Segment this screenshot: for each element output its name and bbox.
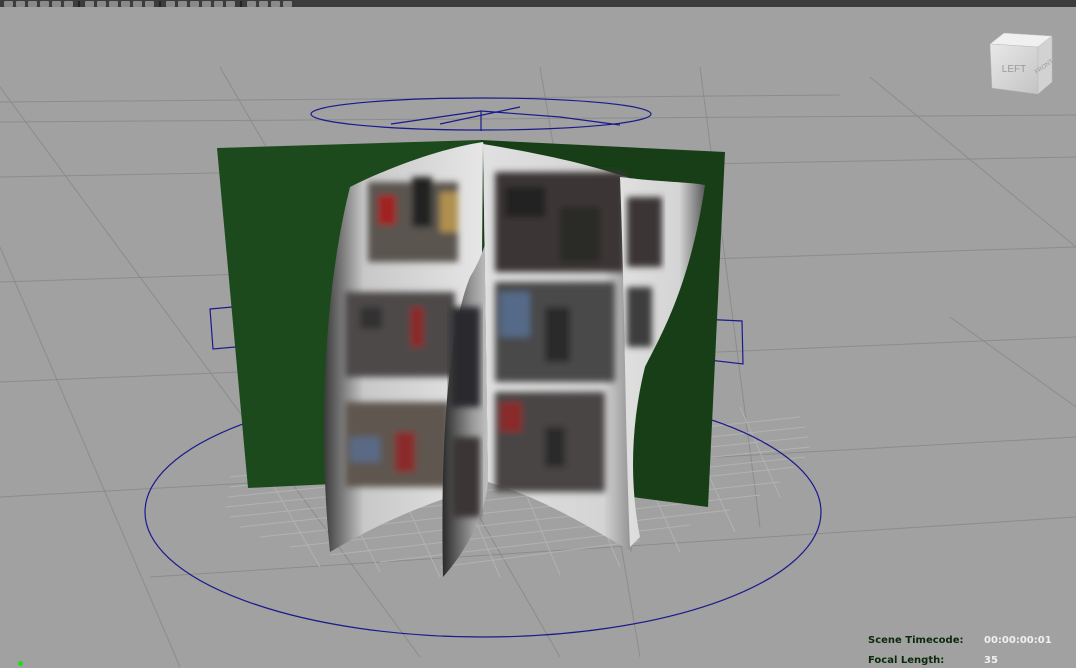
- hud-timecode-label: Scene Timecode:: [868, 634, 964, 646]
- toolbar-separator: [240, 0, 242, 7]
- isolate-icon[interactable]: [247, 0, 256, 7]
- viewport-3d[interactable]: LEFT FRONT Scene Timecode: 00:00:00:01 F…: [0, 0, 1076, 668]
- hud-timecode-row: Scene Timecode: 00:00:00:01: [868, 630, 1052, 650]
- heads-up-display: Scene Timecode: 00:00:00:01 Focal Length…: [868, 630, 1052, 668]
- hud-timecode-value: 00:00:00:01: [984, 634, 1052, 646]
- snap-grid-icon[interactable]: [85, 0, 94, 7]
- shaded-icon[interactable]: [190, 0, 199, 7]
- shadows-icon[interactable]: [226, 0, 235, 7]
- hud-focal-value: 35: [984, 654, 998, 666]
- scene-canvas[interactable]: [0, 7, 1076, 668]
- toolbar-separator: [159, 0, 161, 7]
- grid-toggle-icon[interactable]: [271, 0, 280, 7]
- snap-curve-icon[interactable]: [97, 0, 106, 7]
- snap-point-icon[interactable]: [109, 0, 118, 7]
- xray-icon[interactable]: [259, 0, 268, 7]
- viewcube-left-label: LEFT: [1002, 64, 1026, 75]
- ipr-render-icon[interactable]: [133, 0, 142, 7]
- select-icon[interactable]: [4, 0, 13, 7]
- lights-icon[interactable]: [214, 0, 223, 7]
- wireframe-icon[interactable]: [178, 0, 187, 7]
- render-icon[interactable]: [121, 0, 130, 7]
- render-settings-icon[interactable]: [145, 0, 154, 7]
- paint-icon[interactable]: [28, 0, 37, 7]
- lasso-icon[interactable]: [16, 0, 25, 7]
- shelf-toolbar: [0, 0, 1076, 7]
- toolbar-separator: [78, 0, 80, 7]
- scale-icon[interactable]: [64, 0, 73, 7]
- camera-icon[interactable]: [166, 0, 175, 7]
- viewcube[interactable]: LEFT FRONT: [986, 30, 1056, 100]
- move-icon[interactable]: [40, 0, 49, 7]
- rotate-icon[interactable]: [52, 0, 61, 7]
- resolution-gate-icon[interactable]: [283, 0, 292, 7]
- hud-focal-label: Focal Length:: [868, 654, 945, 666]
- textured-icon[interactable]: [202, 0, 211, 7]
- axis-indicator-icon: [18, 661, 23, 666]
- hud-focal-row: Focal Length: 35: [868, 650, 1052, 668]
